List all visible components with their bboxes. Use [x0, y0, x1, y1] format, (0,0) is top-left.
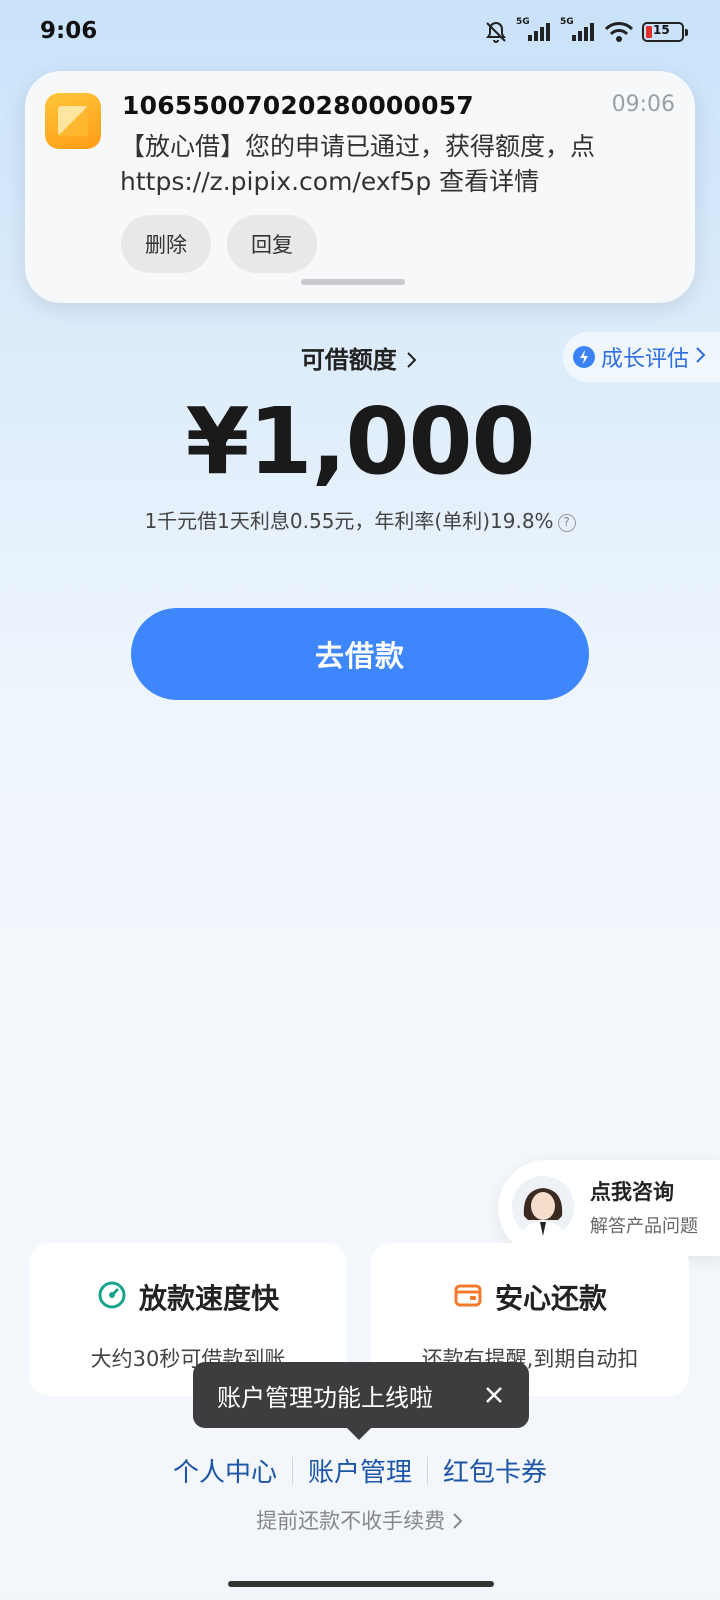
- feature-title: 放款速度快: [138, 1282, 279, 1315]
- interest-rate-info: 1千元借1天利息0.55元，年利率(单利)19.8%?: [0, 505, 720, 534]
- bell-off-icon: [484, 20, 508, 44]
- available-limit-link[interactable]: 可借额度: [0, 340, 720, 375]
- notification-time: 09:06: [611, 92, 675, 117]
- speedometer-icon: [97, 1280, 127, 1314]
- account-management-tooltip: 账户管理功能上线啦: [193, 1362, 529, 1440]
- delete-button[interactable]: 删除: [121, 215, 211, 273]
- notification-sender: 10655007020280000057: [122, 91, 474, 120]
- bottom-links: 个人中心 账户管理 红包卡券: [0, 1452, 720, 1489]
- wifi-icon: [604, 21, 634, 43]
- borrow-button[interactable]: 去借款: [131, 608, 589, 700]
- wallet-icon: [453, 1280, 483, 1314]
- question-icon[interactable]: ?: [557, 513, 576, 532]
- chevron-right-icon: [405, 346, 419, 374]
- account-management-link[interactable]: 账户管理: [293, 1452, 427, 1489]
- status-bar: 9:06 5G 5G 15: [0, 0, 720, 66]
- agent-avatar: [512, 1176, 574, 1238]
- status-icons: 5G 5G 15: [484, 17, 688, 44]
- battery-icon: 15: [642, 22, 688, 42]
- status-time: 9:06: [40, 18, 98, 44]
- prepay-link[interactable]: 提前还款不收手续费: [0, 1505, 720, 1535]
- home-indicator[interactable]: [228, 1581, 494, 1587]
- consult-title: 点我咨询: [590, 1180, 674, 1204]
- battery-level: 15: [653, 23, 670, 37]
- messages-app-icon: [45, 93, 101, 149]
- notification-body-link[interactable]: https://z.pipix.com/exf5p 查看详情: [120, 164, 680, 199]
- consult-subtitle: 解答产品问题: [590, 1216, 698, 1237]
- tooltip-text: 账户管理功能上线啦: [217, 1383, 433, 1412]
- network-type-label: 5G: [516, 17, 530, 27]
- coupons-link[interactable]: 红包卡券: [428, 1452, 562, 1489]
- signal-icon: 5G: [560, 17, 596, 43]
- interest-rate-text: 1千元借1天利息0.55元，年利率(单利)19.8%: [144, 509, 554, 533]
- notification-body-line: 【放心借】您的申请已通过，获得额度，点: [120, 132, 596, 161]
- signal-icon: 5G: [516, 17, 552, 43]
- prepay-text: 提前还款不收手续费: [256, 1509, 446, 1533]
- limit-amount: ¥1,000: [185, 388, 535, 495]
- network-type-label: 5G: [560, 17, 574, 27]
- close-icon[interactable]: [479, 1380, 509, 1410]
- available-limit-title: 可借额度: [300, 346, 397, 374]
- reply-button[interactable]: 回复: [227, 215, 317, 273]
- personal-center-link[interactable]: 个人中心: [158, 1452, 292, 1489]
- sms-notification[interactable]: 10655007020280000057 09:06 【放心借】您的申请已通过，…: [25, 71, 695, 303]
- drag-handle[interactable]: [301, 279, 405, 285]
- feature-title: 安心还款: [494, 1282, 607, 1315]
- consult-button[interactable]: 点我咨询 解答产品问题: [498, 1160, 720, 1256]
- notification-body: 【放心借】您的申请已通过，获得额度，点 https://z.pipix.com/…: [120, 129, 680, 199]
- chevron-right-icon: [452, 1509, 464, 1533]
